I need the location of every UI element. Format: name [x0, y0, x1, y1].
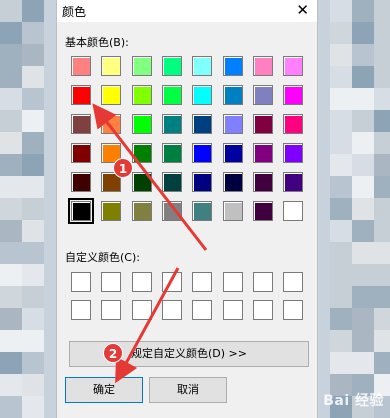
annotation-arrows [92, 103, 208, 384]
arrow-to-ok-button [115, 267, 180, 384]
watermark: Bai 经验 [323, 393, 384, 409]
arrow-to-red-swatch [92, 103, 208, 251]
step-badge-2: 2 [103, 343, 123, 363]
step-badge-1: 1 [113, 158, 133, 178]
